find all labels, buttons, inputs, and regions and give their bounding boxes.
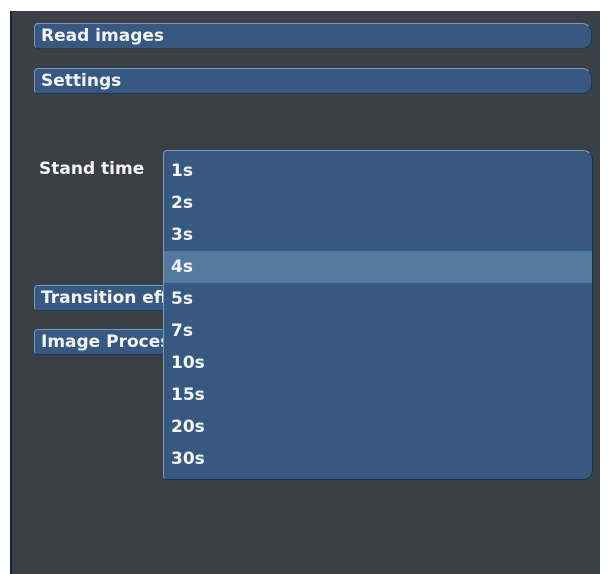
- stand-time-option[interactable]: 5s: [164, 283, 592, 315]
- stand-time-option[interactable]: 2s: [164, 187, 592, 219]
- stand-time-dropdown[interactable]: 1s 2s 3s 4s 5s 7s 10s 15s 20s 30s: [163, 150, 593, 480]
- stand-time-option[interactable]: 20s: [164, 411, 592, 443]
- settings-button[interactable]: Settings: [34, 68, 592, 94]
- stand-time-option[interactable]: 10s: [164, 347, 592, 379]
- stand-time-label: Stand time: [39, 159, 145, 179]
- stand-time-option[interactable]: 15s: [164, 379, 592, 411]
- stand-time-option[interactable]: 7s: [164, 315, 592, 347]
- stand-time-option-selected[interactable]: 4s: [164, 251, 592, 283]
- read-images-button[interactable]: Read images: [34, 23, 592, 49]
- stand-time-option[interactable]: 3s: [164, 219, 592, 251]
- stand-time-option[interactable]: 30s: [164, 443, 592, 475]
- stand-time-option[interactable]: 1s: [164, 155, 592, 187]
